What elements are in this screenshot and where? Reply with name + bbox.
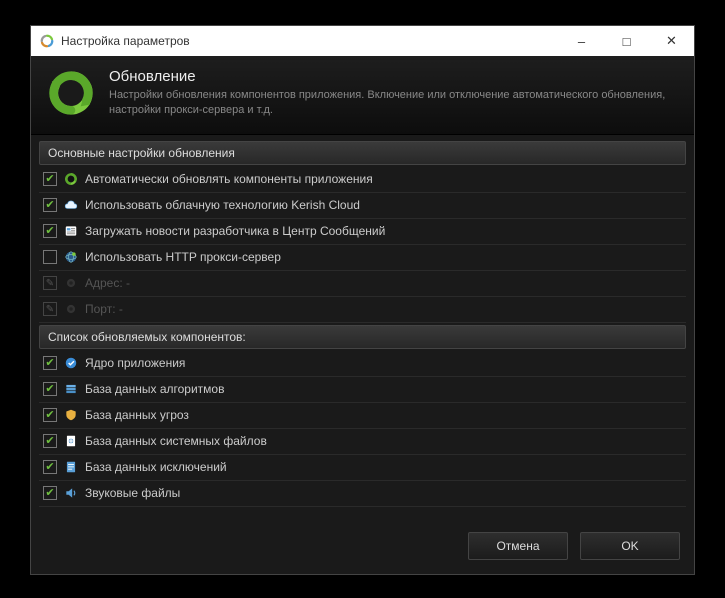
globe-icon [63,249,79,265]
section-main-settings: Основные настройки обновления [39,141,686,165]
option-label: Загружать новости разработчика в Центр С… [85,224,385,238]
component-label: База данных угроз [85,408,189,422]
checkbox-sysfiles[interactable] [43,434,57,448]
checkbox-sounds[interactable] [43,486,57,500]
component-threats[interactable]: База данных угроз [39,403,686,429]
footer: Отмена OK [31,520,694,574]
edit-icon[interactable] [43,276,57,290]
sysfile-icon [63,433,79,449]
checkbox-proxy[interactable] [43,250,57,264]
component-sysfiles[interactable]: База данных системных файлов [39,429,686,455]
component-label: База данных системных файлов [85,434,267,448]
proxy-port-label: Порт: - [85,302,123,316]
speaker-icon [63,485,79,501]
page-subtitle: Настройки обновления компонентов приложе… [109,88,678,118]
checkbox-exclusions[interactable] [43,460,57,474]
minimize-button[interactable]: – [559,26,604,56]
option-cloud[interactable]: Использовать облачную технологию Kerish … [39,193,686,219]
component-label: Ядро приложения [85,356,185,370]
option-label: Автоматически обновлять компоненты прило… [85,172,373,186]
file-icon [63,459,79,475]
titlebar: Настройка параметров – □ ✕ [31,26,694,56]
option-proxy[interactable]: Использовать HTTP прокси-сервер [39,245,686,271]
proxy-address-label: Адрес: - [85,276,130,290]
checkbox-cloud[interactable] [43,198,57,212]
close-button[interactable]: ✕ [649,26,694,56]
edit-icon[interactable] [43,302,57,316]
settings-window: Настройка параметров – □ ✕ Обновление На… [30,25,695,575]
option-label: Использовать облачную технологию Kerish … [85,198,360,212]
maximize-button[interactable]: □ [604,26,649,56]
option-news[interactable]: Загружать новости разработчика в Центр С… [39,219,686,245]
news-icon [63,223,79,239]
cancel-button[interactable]: Отмена [468,532,568,560]
refresh-icon [47,69,95,117]
option-auto-update[interactable]: Автоматически обновлять компоненты прило… [39,167,686,193]
checkbox-core[interactable] [43,356,57,370]
page-header: Обновление Настройки обновления компонен… [31,56,694,135]
cloud-icon [63,197,79,213]
database-icon [63,381,79,397]
page-title: Обновление [109,68,678,85]
component-exclusions[interactable]: База данных исключений [39,455,686,481]
component-sounds[interactable]: Звуковые файлы [39,481,686,507]
section-components: Список обновляемых компонентов: [39,325,686,349]
window-title: Настройка параметров [61,34,190,48]
component-algorithms[interactable]: База данных алгоритмов [39,377,686,403]
port-icon [63,301,79,317]
checkbox-news[interactable] [43,224,57,238]
proxy-port-row: Порт: - [39,297,686,323]
content-area: Основные настройки обновления Автоматиче… [31,135,694,520]
checkbox-algo[interactable] [43,382,57,396]
component-label: Звуковые файлы [85,486,180,500]
component-label: База данных исключений [85,460,227,474]
app-icon [39,33,55,49]
shield-icon [63,407,79,423]
core-icon [63,355,79,371]
ok-button[interactable]: OK [580,532,680,560]
component-label: База данных алгоритмов [85,382,224,396]
component-core[interactable]: Ядро приложения [39,351,686,377]
option-label: Использовать HTTP прокси-сервер [85,250,281,264]
header-text: Обновление Настройки обновления компонен… [109,68,678,118]
checkbox-threats[interactable] [43,408,57,422]
refresh-small-icon [63,171,79,187]
proxy-address-row: Адрес: - [39,271,686,297]
checkbox-auto-update[interactable] [43,172,57,186]
server-icon [63,275,79,291]
